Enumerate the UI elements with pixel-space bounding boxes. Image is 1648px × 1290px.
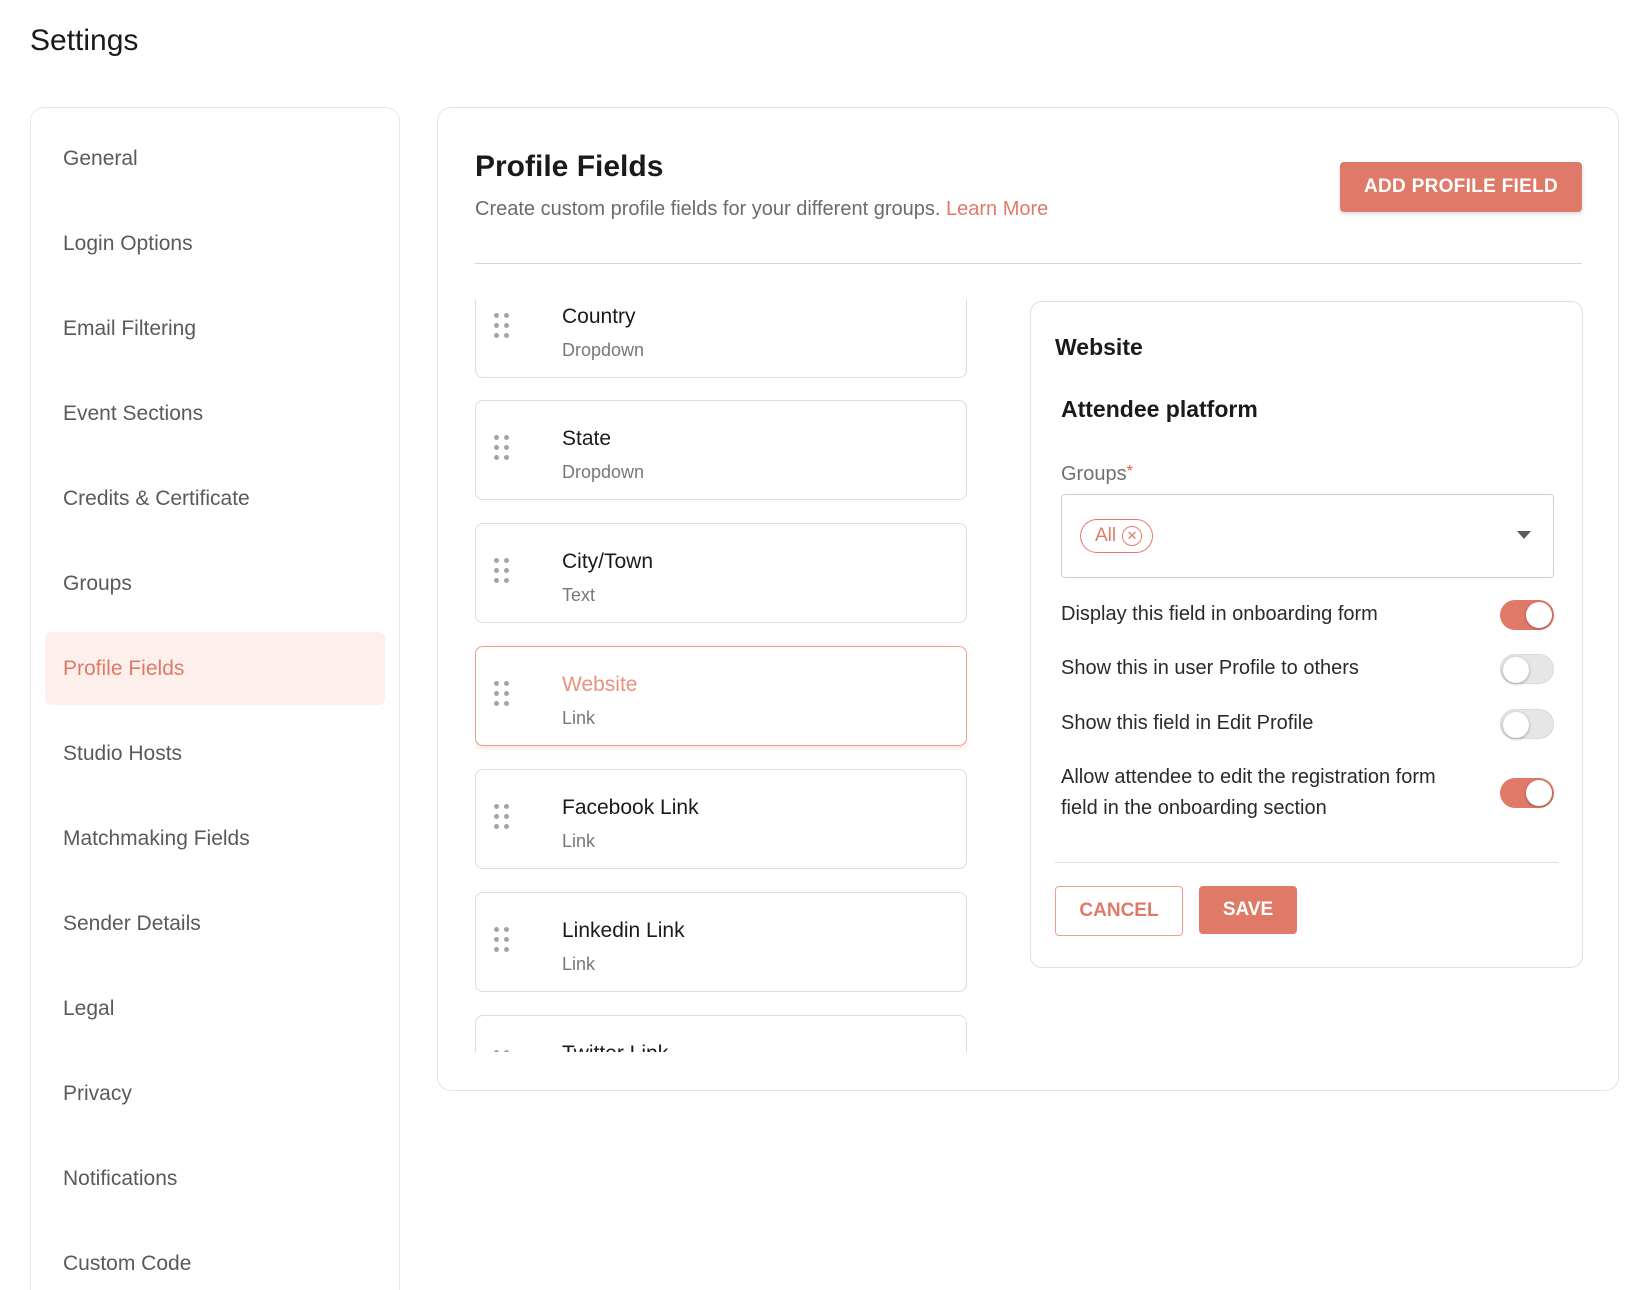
groups-label: Groups* bbox=[1061, 463, 1133, 486]
field-type: Link bbox=[562, 954, 596, 974]
drag-handle-icon[interactable] bbox=[494, 313, 510, 341]
toggle-label: Show this field in Edit Profile bbox=[1061, 712, 1314, 734]
sidebar-item-custom-code[interactable]: Custom Code bbox=[45, 1227, 385, 1290]
toggle-knob bbox=[1526, 780, 1552, 806]
allow-edit-toggle[interactable] bbox=[1500, 778, 1554, 808]
field-name: Facebook Link bbox=[562, 796, 699, 819]
chip-remove-icon[interactable]: ✕ bbox=[1122, 526, 1143, 546]
sidebar-item-privacy[interactable]: Privacy bbox=[45, 1057, 385, 1130]
add-profile-field-button[interactable]: ADD PROFILE FIELD bbox=[1340, 162, 1582, 212]
sidebar-item-sender-details[interactable]: Sender Details bbox=[45, 887, 385, 960]
sidebar-item-notifications[interactable]: Notifications bbox=[45, 1142, 385, 1215]
field-type: Link bbox=[562, 831, 596, 851]
toggle-label: Allow attendee to edit the registration … bbox=[1061, 766, 1436, 819]
detail-subtitle: Attendee platform bbox=[1061, 396, 1258, 422]
sidebar-item-studio-hosts[interactable]: Studio Hosts bbox=[45, 717, 385, 790]
toggle-row-edit-profile: Show this field in Edit Profile bbox=[1061, 707, 1554, 740]
sidebar-item-groups[interactable]: Groups bbox=[45, 547, 385, 620]
field-name: Website bbox=[562, 673, 638, 696]
toggle-row-onboarding: Display this field in onboarding form bbox=[1061, 598, 1554, 631]
field-name: City/Town bbox=[562, 550, 654, 573]
sidebar-item-legal[interactable]: Legal bbox=[45, 972, 385, 1045]
required-mark: * bbox=[1126, 463, 1133, 480]
toggle-knob bbox=[1503, 657, 1529, 683]
field-type: Dropdown bbox=[562, 340, 645, 360]
groups-select[interactable]: All ✕ bbox=[1061, 494, 1554, 578]
section-description: Create custom profile fields for your di… bbox=[475, 198, 1048, 221]
save-button[interactable]: SAVE bbox=[1199, 886, 1297, 934]
field-card[interactable]: State Dropdown bbox=[475, 400, 967, 500]
sidebar-item-event-sections[interactable]: Event Sections bbox=[45, 377, 385, 450]
sidebar-item-profile-fields[interactable]: Profile Fields bbox=[45, 632, 385, 705]
cancel-button[interactable]: CANCEL bbox=[1055, 886, 1183, 936]
profile-others-toggle[interactable] bbox=[1500, 654, 1554, 684]
detail-divider bbox=[1055, 862, 1558, 863]
header-divider bbox=[475, 263, 1582, 264]
page-title: Settings bbox=[30, 24, 139, 57]
field-name: Linkedin Link bbox=[562, 919, 685, 942]
drag-handle-icon[interactable] bbox=[494, 1050, 510, 1052]
description-text: Create custom profile fields for your di… bbox=[475, 198, 941, 220]
field-name: Twitter Link bbox=[562, 1042, 668, 1052]
sidebar-item-credits-certificate[interactable]: Credits & Certificate bbox=[45, 462, 385, 535]
settings-sidebar: General Login Options Email Filtering Ev… bbox=[30, 107, 400, 1290]
section-title: Profile Fields bbox=[475, 150, 664, 183]
field-card[interactable]: Linkedin Link Link bbox=[475, 892, 967, 992]
sidebar-item-login-options[interactable]: Login Options bbox=[45, 207, 385, 280]
sidebar-item-email-filtering[interactable]: Email Filtering bbox=[45, 292, 385, 365]
drag-handle-icon[interactable] bbox=[494, 804, 510, 832]
drag-handle-icon[interactable] bbox=[494, 927, 510, 955]
field-card[interactable]: Facebook Link Link bbox=[475, 769, 967, 869]
detail-title: Website bbox=[1055, 334, 1143, 360]
drag-handle-icon[interactable] bbox=[494, 681, 510, 709]
sidebar-item-matchmaking-fields[interactable]: Matchmaking Fields bbox=[45, 802, 385, 875]
toggle-knob bbox=[1526, 602, 1552, 628]
field-card[interactable]: City/Town Text bbox=[475, 523, 967, 623]
field-type: Text bbox=[562, 585, 596, 605]
profile-field-list[interactable]: Country Dropdown State Dropdown City/Tow… bbox=[475, 300, 967, 1052]
toggle-label: Display this field in onboarding form bbox=[1061, 603, 1378, 625]
toggle-knob bbox=[1503, 712, 1529, 738]
groups-label-text: Groups bbox=[1061, 463, 1127, 485]
field-name: State bbox=[562, 427, 612, 450]
toggle-label: Show this in user Profile to others bbox=[1061, 657, 1359, 679]
field-name: Country bbox=[562, 305, 636, 328]
group-chip: All ✕ bbox=[1080, 519, 1154, 553]
drag-handle-icon[interactable] bbox=[494, 435, 510, 463]
toggle-row-allow-edit: Allow attendee to edit the registration … bbox=[1061, 762, 1554, 828]
edit-profile-toggle[interactable] bbox=[1500, 709, 1554, 739]
group-chip-label: All bbox=[1095, 525, 1117, 546]
onboarding-toggle[interactable] bbox=[1500, 600, 1554, 630]
field-card[interactable]: Twitter Link Link bbox=[475, 1015, 967, 1052]
dropdown-caret-icon[interactable] bbox=[1517, 531, 1531, 539]
learn-more-link[interactable]: Learn More bbox=[946, 198, 1048, 220]
field-detail-panel: Website Attendee platform Groups* All ✕ … bbox=[1030, 301, 1583, 968]
toggle-row-profile-others: Show this in user Profile to others bbox=[1061, 652, 1554, 685]
field-type: Dropdown bbox=[562, 462, 645, 482]
field-card[interactable]: Country Dropdown bbox=[475, 300, 967, 378]
sidebar-item-general[interactable]: General bbox=[45, 122, 385, 195]
field-type: Link bbox=[562, 708, 596, 728]
profile-fields-panel: Profile Fields Create custom profile fie… bbox=[437, 107, 1619, 1091]
drag-handle-icon[interactable] bbox=[494, 558, 510, 586]
field-card-selected[interactable]: Website Link bbox=[475, 646, 967, 746]
